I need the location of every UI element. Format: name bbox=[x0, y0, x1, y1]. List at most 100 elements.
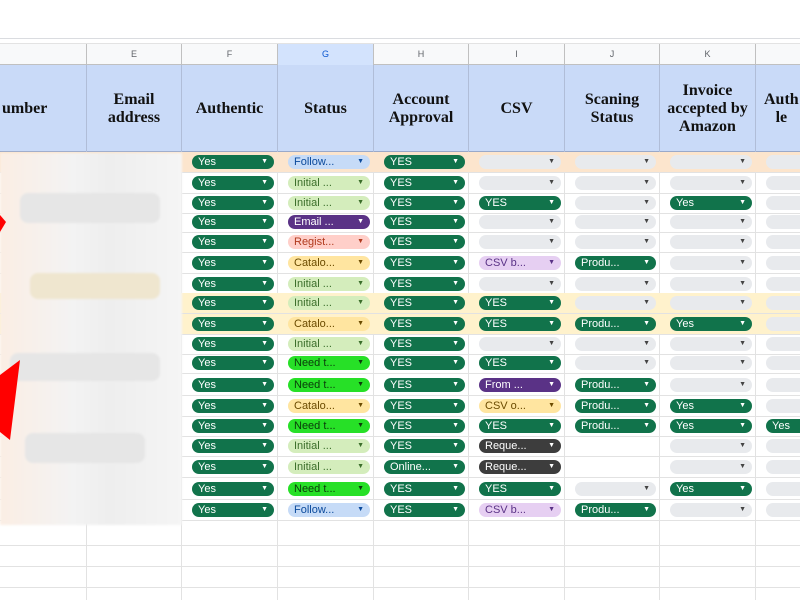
header-cell[interactable]: Invoice accepted by Amazon bbox=[660, 65, 756, 153]
dropdown-chip[interactable]: YES ▼ bbox=[384, 399, 465, 413]
dropdown-chip[interactable] bbox=[766, 337, 800, 351]
dropdown-chip[interactable]: ▼ bbox=[670, 337, 752, 351]
header-cell[interactable]: umber bbox=[0, 65, 87, 153]
column-letter[interactable]: E bbox=[87, 44, 182, 65]
dropdown-chip[interactable]: Yes bbox=[766, 419, 800, 433]
dropdown-chip[interactable]: Yes ▼ bbox=[192, 317, 274, 331]
dropdown-chip[interactable]: ▼ bbox=[670, 176, 752, 190]
dropdown-chip[interactable]: ▼ bbox=[575, 296, 656, 310]
column-letter[interactable]: G bbox=[278, 44, 374, 65]
dropdown-chip[interactable]: YES ▼ bbox=[384, 503, 465, 517]
dropdown-chip[interactable]: Yes ▼ bbox=[192, 296, 274, 310]
dropdown-chip[interactable] bbox=[766, 439, 800, 453]
dropdown-chip[interactable]: Online... ▼ bbox=[384, 460, 465, 474]
dropdown-chip[interactable]: Produ... ▼ bbox=[575, 378, 656, 392]
dropdown-chip[interactable]: Yes ▼ bbox=[670, 419, 752, 433]
dropdown-chip[interactable]: Yes ▼ bbox=[192, 482, 274, 496]
column-letter[interactable]: K bbox=[660, 44, 756, 65]
dropdown-chip[interactable]: Yes ▼ bbox=[192, 277, 274, 291]
dropdown-chip[interactable] bbox=[766, 317, 800, 331]
dropdown-chip[interactable]: YES ▼ bbox=[384, 317, 465, 331]
dropdown-chip[interactable]: YES ▼ bbox=[384, 439, 465, 453]
dropdown-chip[interactable]: Yes ▼ bbox=[192, 235, 274, 249]
dropdown-chip[interactable]: Reque... ▼ bbox=[479, 439, 561, 453]
dropdown-chip[interactable]: ▼ bbox=[670, 460, 752, 474]
dropdown-chip[interactable]: Need t... ▼ bbox=[288, 378, 370, 392]
dropdown-chip[interactable] bbox=[766, 503, 800, 517]
dropdown-chip[interactable]: ▼ bbox=[575, 155, 656, 169]
dropdown-chip[interactable]: Yes ▼ bbox=[192, 337, 274, 351]
dropdown-chip[interactable]: ▼ bbox=[575, 482, 656, 496]
dropdown-chip[interactable]: ▼ bbox=[670, 439, 752, 453]
dropdown-chip[interactable]: Yes ▼ bbox=[192, 460, 274, 474]
empty-row[interactable] bbox=[0, 525, 800, 546]
dropdown-chip[interactable]: ▼ bbox=[670, 378, 752, 392]
dropdown-chip[interactable]: Need t... ▼ bbox=[288, 419, 370, 433]
dropdown-chip[interactable]: Initial ... ▼ bbox=[288, 460, 370, 474]
dropdown-chip[interactable]: Initial ... ▼ bbox=[288, 176, 370, 190]
dropdown-chip[interactable]: Email ... ▼ bbox=[288, 215, 370, 229]
dropdown-chip[interactable]: YES ▼ bbox=[384, 277, 465, 291]
dropdown-chip[interactable]: ▼ bbox=[479, 176, 561, 190]
dropdown-chip[interactable] bbox=[766, 296, 800, 310]
dropdown-chip[interactable]: YES ▼ bbox=[479, 356, 561, 370]
dropdown-chip[interactable]: Yes ▼ bbox=[192, 419, 274, 433]
dropdown-chip[interactable]: ▼ bbox=[479, 155, 561, 169]
dropdown-chip[interactable] bbox=[766, 196, 800, 210]
column-letter[interactable]: I bbox=[469, 44, 565, 65]
dropdown-chip[interactable]: YES ▼ bbox=[384, 296, 465, 310]
header-cell[interactable]: Account Approval bbox=[374, 65, 469, 153]
header-cell[interactable]: Authentic bbox=[182, 65, 278, 153]
dropdown-chip[interactable]: Yes ▼ bbox=[192, 215, 274, 229]
dropdown-chip[interactable]: Produ... ▼ bbox=[575, 419, 656, 433]
header-cell[interactable]: Auth le bbox=[756, 65, 800, 153]
dropdown-chip[interactable]: YES ▼ bbox=[384, 378, 465, 392]
dropdown-chip[interactable]: YES ▼ bbox=[384, 235, 465, 249]
dropdown-chip[interactable] bbox=[766, 277, 800, 291]
empty-row[interactable] bbox=[0, 546, 800, 567]
dropdown-chip[interactable]: ▼ bbox=[670, 235, 752, 249]
dropdown-chip[interactable]: Catalo... ▼ bbox=[288, 256, 370, 270]
dropdown-chip[interactable] bbox=[766, 378, 800, 392]
dropdown-chip[interactable]: Catalo... ▼ bbox=[288, 399, 370, 413]
column-letter[interactable] bbox=[756, 44, 800, 65]
dropdown-chip[interactable]: ▼ bbox=[575, 196, 656, 210]
header-cell[interactable]: Email address bbox=[87, 65, 182, 153]
dropdown-chip[interactable] bbox=[766, 215, 800, 229]
dropdown-chip[interactable] bbox=[766, 482, 800, 496]
dropdown-chip[interactable]: ▼ bbox=[575, 277, 656, 291]
dropdown-chip[interactable]: From ... ▼ bbox=[479, 378, 561, 392]
dropdown-chip[interactable]: YES ▼ bbox=[384, 356, 465, 370]
dropdown-chip[interactable]: ▼ bbox=[575, 215, 656, 229]
dropdown-chip[interactable]: Follow... ▼ bbox=[288, 155, 370, 169]
dropdown-chip[interactable] bbox=[766, 235, 800, 249]
dropdown-chip[interactable] bbox=[766, 176, 800, 190]
dropdown-chip[interactable]: Yes ▼ bbox=[192, 155, 274, 169]
dropdown-chip[interactable]: Initial ... ▼ bbox=[288, 296, 370, 310]
dropdown-chip[interactable]: ▼ bbox=[670, 215, 752, 229]
dropdown-chip[interactable]: ▼ bbox=[479, 215, 561, 229]
dropdown-chip[interactable]: YES ▼ bbox=[384, 196, 465, 210]
dropdown-chip[interactable]: Yes ▼ bbox=[670, 317, 752, 331]
dropdown-chip[interactable]: ▼ bbox=[575, 356, 656, 370]
dropdown-chip[interactable]: ▼ bbox=[575, 176, 656, 190]
dropdown-chip[interactable]: Yes ▼ bbox=[670, 399, 752, 413]
dropdown-chip[interactable]: Yes ▼ bbox=[192, 378, 274, 392]
dropdown-chip[interactable]: ▼ bbox=[670, 503, 752, 517]
dropdown-chip[interactable]: Produ... ▼ bbox=[575, 399, 656, 413]
dropdown-chip[interactable]: Yes ▼ bbox=[192, 399, 274, 413]
dropdown-chip[interactable]: Regist... ▼ bbox=[288, 235, 370, 249]
dropdown-chip[interactable]: Catalo... ▼ bbox=[288, 317, 370, 331]
dropdown-chip[interactable]: Follow... ▼ bbox=[288, 503, 370, 517]
dropdown-chip[interactable]: CSV b... ▼ bbox=[479, 256, 561, 270]
dropdown-chip[interactable]: YES ▼ bbox=[384, 482, 465, 496]
dropdown-chip[interactable]: YES ▼ bbox=[384, 215, 465, 229]
empty-row[interactable] bbox=[0, 588, 800, 600]
dropdown-chip[interactable]: ▼ bbox=[670, 356, 752, 370]
dropdown-chip[interactable]: Initial ... ▼ bbox=[288, 196, 370, 210]
dropdown-chip[interactable]: Reque... ▼ bbox=[479, 460, 561, 474]
dropdown-chip[interactable]: Initial ... ▼ bbox=[288, 277, 370, 291]
dropdown-chip[interactable]: ▼ bbox=[670, 296, 752, 310]
dropdown-chip[interactable]: ▼ bbox=[479, 235, 561, 249]
column-letter[interactable] bbox=[0, 44, 87, 65]
